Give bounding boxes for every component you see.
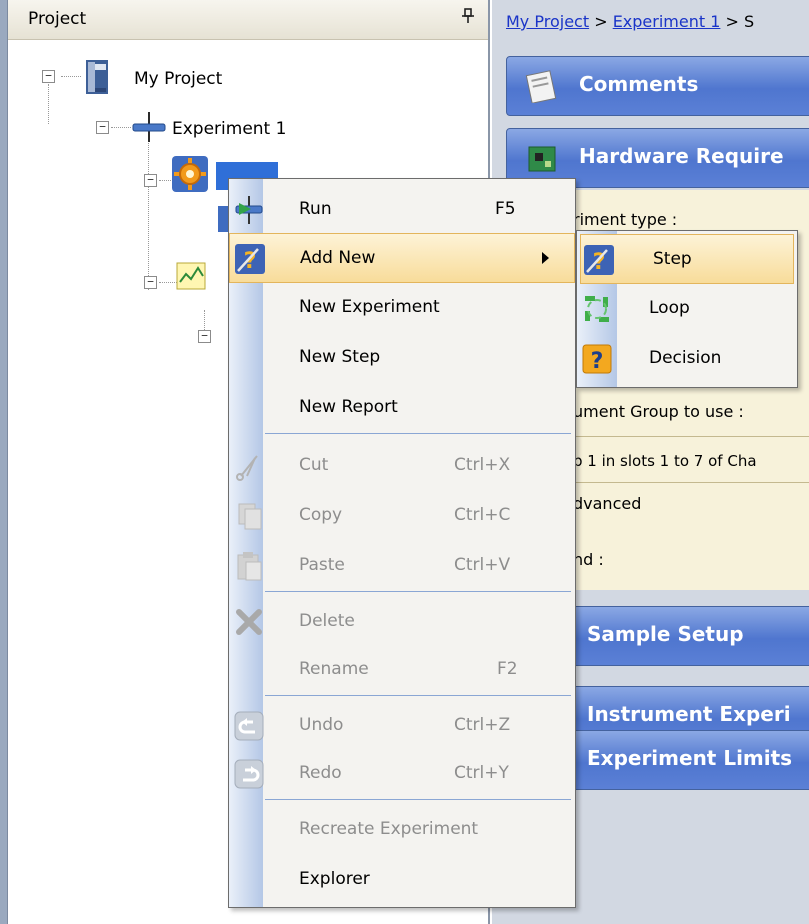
menu-separator xyxy=(265,591,571,592)
tree-label-my-project: My Project xyxy=(134,69,223,89)
menu-item-cut[interactable]: Cut Ctrl+X xyxy=(229,441,575,491)
menu-item-add-new[interactable]: ? Add New xyxy=(229,233,575,283)
scissors-icon xyxy=(233,450,265,482)
tree-node-my-project[interactable]: My Project xyxy=(82,58,222,100)
add-new-submenu: ? Step Loop ? Decision xyxy=(576,230,798,388)
breadcrumb-link-experiment[interactable]: Experiment 1 xyxy=(613,12,721,31)
redo-icon xyxy=(233,758,265,790)
menu-separator xyxy=(265,695,571,696)
report-chart-icon xyxy=(176,262,206,294)
tree-node-report[interactable] xyxy=(176,262,206,294)
submenu-item-decision[interactable]: ? Decision xyxy=(577,334,797,384)
section-title-limits: Experiment Limits xyxy=(587,746,793,770)
question-wand-icon: ? xyxy=(234,243,266,275)
copy-icon xyxy=(233,500,265,532)
menu-item-new-step[interactable]: New Step xyxy=(229,333,575,383)
tree-node-experiment-1[interactable]: Experiment 1 xyxy=(132,112,286,146)
tree-expander-experiment[interactable]: − xyxy=(96,121,109,134)
menu-separator xyxy=(265,433,571,434)
project-panel-header: Project xyxy=(8,0,488,40)
tree-expander-report[interactable]: − xyxy=(144,276,157,289)
section-title-sample-setup: Sample Setup xyxy=(587,622,744,646)
step-gear-icon xyxy=(170,154,210,198)
menu-item-new-report[interactable]: New Report xyxy=(229,383,575,433)
tree-expander-report-child[interactable]: − xyxy=(198,330,211,343)
menu-item-delete[interactable]: Delete xyxy=(229,597,575,647)
context-menu: Run F5 ? Add New New Experiment New Step… xyxy=(228,178,576,908)
submenu-item-loop[interactable]: Loop xyxy=(577,284,797,334)
experiment-type-label: riment type : xyxy=(573,210,678,229)
submenu-item-step[interactable]: ? Step xyxy=(580,234,794,284)
pin-icon[interactable] xyxy=(462,8,474,29)
breadcrumb-link-project[interactable]: My Project xyxy=(506,12,589,31)
tree-label-experiment-1: Experiment 1 xyxy=(172,119,287,139)
menu-item-recreate-experiment[interactable]: Recreate Experiment xyxy=(229,805,575,855)
menu-item-copy[interactable]: Copy Ctrl+C xyxy=(229,491,575,541)
left-edge-strip xyxy=(0,0,8,924)
section-title-comments: Comments xyxy=(579,72,699,96)
project-panel-title: Project xyxy=(28,9,87,29)
experiment-icon xyxy=(132,112,166,146)
tree-expander-step[interactable]: − xyxy=(144,174,157,187)
breadcrumb: My Project > Experiment 1 > S xyxy=(506,12,755,31)
menu-separator xyxy=(265,799,571,800)
loop-icon xyxy=(581,293,613,325)
binder-icon xyxy=(82,58,112,100)
run-icon xyxy=(233,194,265,226)
menu-item-run[interactable]: Run F5 xyxy=(229,185,575,235)
menu-item-undo[interactable]: Undo Ctrl+Z xyxy=(229,701,575,751)
menu-item-explorer[interactable]: Explorer xyxy=(229,855,575,905)
undo-icon xyxy=(233,710,265,742)
menu-item-paste[interactable]: Paste Ctrl+V xyxy=(229,541,575,591)
group-to-use-label: ument Group to use : xyxy=(573,402,744,421)
slots-value[interactable]: p 1 in slots 1 to 7 of Cha xyxy=(573,452,757,470)
submenu-arrow-icon xyxy=(542,252,549,264)
tree-expander-root[interactable]: − xyxy=(42,70,55,83)
notepad-icon xyxy=(525,69,559,104)
menu-item-redo[interactable]: Redo Ctrl+Y xyxy=(229,749,575,799)
svg-text:?: ? xyxy=(591,349,604,374)
section-title-instrument: Instrument Experi xyxy=(587,702,791,726)
decision-question-icon: ? xyxy=(581,343,613,375)
circuit-board-icon xyxy=(525,141,559,175)
section-title-hardware: Hardware Require xyxy=(579,144,784,168)
delete-x-icon xyxy=(233,606,265,638)
section-comments[interactable]: Comments xyxy=(506,56,809,116)
advanced-checkbox-label[interactable]: dvanced xyxy=(573,494,641,513)
paste-icon xyxy=(233,550,265,582)
nd-label: nd : xyxy=(573,550,604,569)
step-question-icon: ? xyxy=(583,244,615,276)
menu-item-new-experiment[interactable]: New Experiment xyxy=(229,283,575,333)
menu-item-rename[interactable]: Rename F2 xyxy=(229,645,575,695)
